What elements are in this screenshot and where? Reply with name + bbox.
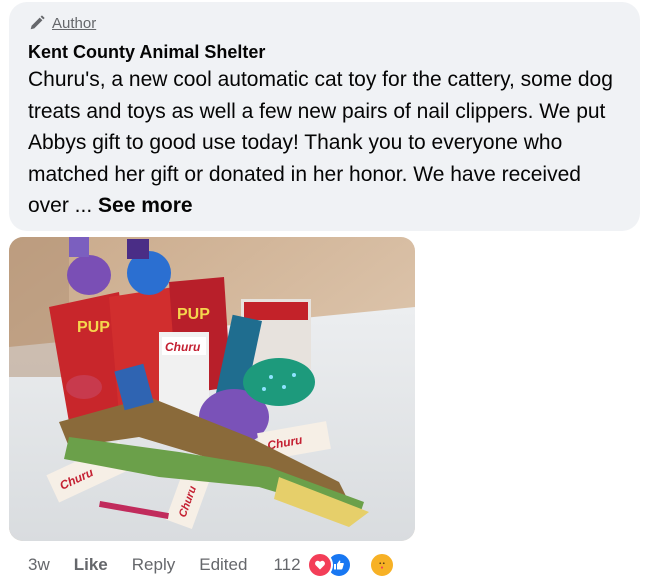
love-icon	[306, 552, 333, 578]
photo-label-pup-2: PUP	[177, 306, 210, 323]
comment-time[interactable]: 3w	[28, 555, 50, 575]
photo-label-pup-1: PUP	[77, 319, 110, 336]
commenter-name[interactable]: Kent County Animal Shelter	[28, 40, 626, 64]
comment-actions: 3w Like Reply Edited 112	[28, 552, 395, 578]
care-icon	[368, 552, 395, 578]
pencil-icon	[30, 15, 45, 30]
reaction-icons[interactable]	[306, 552, 395, 578]
reply-button[interactable]: Reply	[132, 555, 175, 575]
donations-photo: PUP PUP Churu Churu Churu Churu	[9, 237, 415, 541]
comment-text-block: Churu's, a new cool automatic cat toy fo…	[28, 64, 626, 222]
edited-label[interactable]: Edited	[199, 555, 247, 575]
author-badge-label[interactable]: Author	[52, 15, 96, 32]
photo-label-churu-1: Churu	[165, 340, 201, 354]
comment-photo[interactable]: PUP PUP Churu Churu Churu Churu	[9, 237, 415, 541]
reaction-count[interactable]: 112	[273, 555, 300, 575]
comment-bubble: Author Kent County Animal Shelter Churu'…	[9, 2, 640, 231]
author-badge: Author	[28, 12, 626, 34]
like-button[interactable]: Like	[74, 555, 108, 575]
see-more-link[interactable]: See more	[98, 194, 193, 217]
